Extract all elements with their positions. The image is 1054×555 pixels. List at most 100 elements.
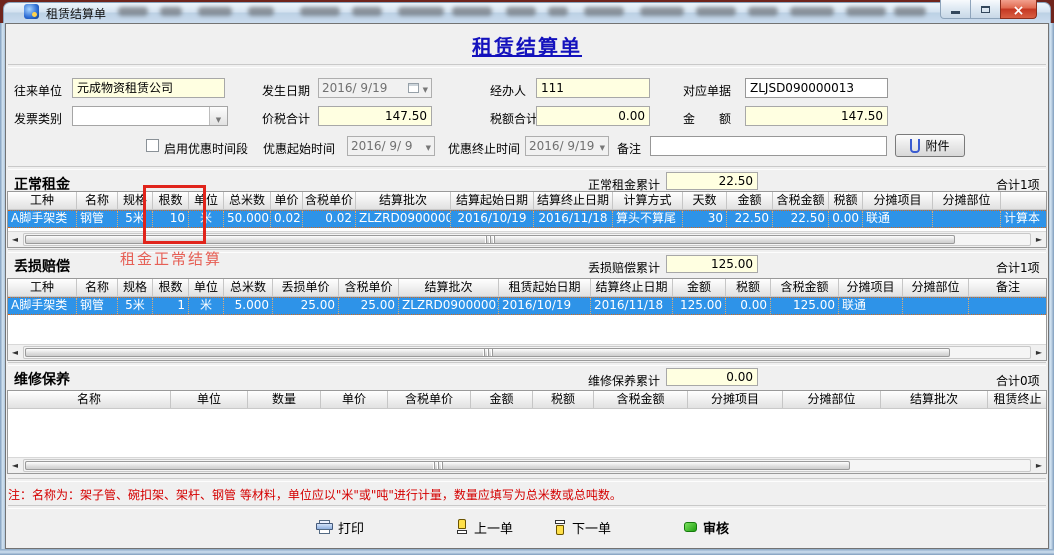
amount-input[interactable]: 147.50 xyxy=(745,106,888,126)
grid-cell[interactable]: 22.50 xyxy=(727,211,773,227)
grid-cell[interactable]: 钢管 xyxy=(77,211,118,227)
chevron-down-icon[interactable] xyxy=(423,81,428,95)
maximize-button[interactable] xyxy=(970,0,1001,19)
column-header[interactable]: 分摊项目 xyxy=(839,279,903,296)
column-header[interactable]: 结算批次 xyxy=(399,279,499,296)
column-header[interactable]: 总米数 xyxy=(224,192,271,209)
column-header[interactable]: 税额 xyxy=(829,192,863,209)
column-header[interactable]: 结算起始日期 xyxy=(451,192,534,209)
grid-cell[interactable]: 0.02 xyxy=(271,211,303,227)
column-header[interactable]: 分摊部位 xyxy=(903,279,969,296)
column-header[interactable]: 规格 xyxy=(118,279,153,296)
grid-cell[interactable]: ZLZRD090000019 xyxy=(399,298,499,314)
column-header[interactable]: 含税金额 xyxy=(594,391,688,408)
grid-cell[interactable] xyxy=(903,298,969,314)
grid-cell[interactable]: 2016/11/18 xyxy=(591,298,673,314)
scrollbar-thumb[interactable] xyxy=(25,348,950,357)
audit-button[interactable]: 审核 xyxy=(684,516,729,538)
discount-end-picker[interactable]: 2016/ 9/19 xyxy=(525,136,609,156)
column-header[interactable]: 数量 xyxy=(248,391,321,408)
print-button[interactable]: 打印 xyxy=(316,516,364,538)
column-header[interactable]: 单价 xyxy=(271,192,303,209)
grid-cell[interactable]: 2016/11/18 xyxy=(534,211,613,227)
occur-date-picker[interactable]: 2016/ 9/19 xyxy=(318,78,432,98)
discount-start-picker[interactable]: 2016/ 9/ 9 xyxy=(347,136,435,156)
column-header[interactable] xyxy=(1001,192,1047,209)
grid-cell[interactable]: 米 xyxy=(189,298,224,314)
horizontal-scrollbar[interactable] xyxy=(8,344,1046,360)
next-doc-button[interactable]: 下一单 xyxy=(554,516,611,538)
grid-cell[interactable] xyxy=(933,211,1001,227)
grid-cell[interactable]: 联通 xyxy=(839,298,903,314)
grid-cell[interactable]: A脚手架类 xyxy=(8,298,77,314)
scrollbar-track[interactable] xyxy=(23,459,1031,472)
grid-cell[interactable]: 25.00 xyxy=(339,298,399,314)
grid-cell[interactable]: 2016/10/19 xyxy=(451,211,534,227)
column-header[interactable]: 单位 xyxy=(171,391,248,408)
grid-cell[interactable]: A脚手架类 xyxy=(8,211,77,227)
previous-doc-button[interactable]: 上一单 xyxy=(456,516,513,538)
column-header[interactable]: 结算批次 xyxy=(881,391,988,408)
grid-cell[interactable]: 30 xyxy=(683,211,727,227)
loss-total-field[interactable]: 125.00 xyxy=(666,255,758,273)
grid-cell[interactable]: 25.00 xyxy=(273,298,339,314)
grid-cell[interactable]: 联通 xyxy=(863,211,933,227)
grid-cell[interactable]: 0.00 xyxy=(829,211,863,227)
tax-total-input[interactable]: 0.00 xyxy=(536,106,650,126)
grid-cell[interactable]: 5.000 xyxy=(224,298,273,314)
column-header[interactable]: 单位 xyxy=(189,279,224,296)
column-header[interactable]: 税额 xyxy=(726,279,771,296)
scroll-right-icon[interactable] xyxy=(1032,345,1046,360)
ref-doc-input[interactable]: ZLJSD090000013 xyxy=(745,78,888,98)
column-header[interactable]: 税额 xyxy=(533,391,594,408)
scroll-right-icon[interactable] xyxy=(1032,458,1046,473)
grid-cell[interactable]: 50.000 xyxy=(224,211,271,227)
total-with-tax-input[interactable]: 147.50 xyxy=(318,106,432,126)
column-header[interactable]: 丢损单价 xyxy=(273,279,339,296)
grid-cell[interactable]: 125.00 xyxy=(673,298,726,314)
handler-input[interactable]: 111 xyxy=(536,78,650,98)
maintenance-total-field[interactable]: 0.00 xyxy=(666,368,758,386)
column-header[interactable]: 结算终止日期 xyxy=(591,279,673,296)
grid-data-row[interactable]: A脚手架类钢管5米1米5.00025.0025.00ZLZRD090000019… xyxy=(8,297,1046,315)
column-header[interactable]: 根数 xyxy=(153,279,189,296)
grid-cell[interactable]: 0.02 xyxy=(303,211,356,227)
invoice-type-select[interactable] xyxy=(72,106,228,126)
scroll-left-icon[interactable] xyxy=(8,458,22,473)
column-header[interactable]: 含税单价 xyxy=(303,192,356,209)
grid-cell[interactable]: 2016/10/19 xyxy=(499,298,591,314)
column-header[interactable]: 名称 xyxy=(8,391,171,408)
remark-input[interactable] xyxy=(650,136,887,156)
scroll-right-icon[interactable] xyxy=(1032,232,1046,247)
column-header[interactable]: 租赁终止 xyxy=(988,391,1047,408)
column-header[interactable]: 含税单价 xyxy=(339,279,399,296)
scrollbar-track[interactable] xyxy=(23,346,1031,359)
close-button[interactable] xyxy=(1000,0,1037,19)
column-header[interactable]: 名称 xyxy=(77,279,118,296)
column-header[interactable]: 工种 xyxy=(8,192,77,209)
horizontal-scrollbar[interactable] xyxy=(8,457,1046,473)
column-header[interactable]: 分摊部位 xyxy=(783,391,881,408)
grid-cell[interactable]: 125.00 xyxy=(771,298,839,314)
column-header[interactable]: 总米数 xyxy=(224,279,273,296)
column-header[interactable]: 租赁起始日期 xyxy=(499,279,591,296)
column-header[interactable]: 结算终止日期 xyxy=(534,192,613,209)
attachment-button[interactable]: 附件 xyxy=(895,134,965,157)
column-header[interactable]: 金额 xyxy=(727,192,773,209)
column-header[interactable]: 分摊项目 xyxy=(688,391,783,408)
column-header[interactable]: 备注 xyxy=(969,279,1047,296)
combo-arrow-button[interactable] xyxy=(209,107,227,125)
grid-cell[interactable]: 1 xyxy=(153,298,189,314)
grid-cell[interactable]: 5米 xyxy=(118,298,153,314)
grid-cell[interactable]: 计算本 xyxy=(1001,211,1047,227)
scroll-left-icon[interactable] xyxy=(8,345,22,360)
grid-cell[interactable]: ZLZRD090000019 xyxy=(356,211,451,227)
column-header[interactable]: 单价 xyxy=(321,391,388,408)
column-header[interactable]: 名称 xyxy=(77,192,118,209)
scrollbar-thumb[interactable] xyxy=(25,461,850,470)
grid-cell[interactable]: 钢管 xyxy=(77,298,118,314)
calendar-icon[interactable] xyxy=(408,83,419,93)
normal-rent-total-field[interactable]: 22.50 xyxy=(666,172,758,190)
column-header[interactable]: 金额 xyxy=(471,391,533,408)
grid-cell[interactable]: 22.50 xyxy=(773,211,829,227)
